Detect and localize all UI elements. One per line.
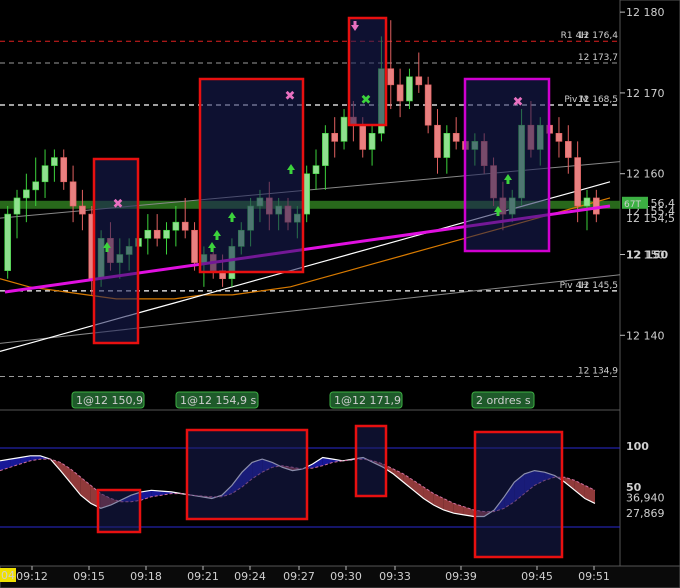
level-value-0: 12 176,4: [578, 31, 618, 41]
osc-value-badge-1: 27,869: [626, 507, 665, 520]
level-value-3: 12 145,5: [578, 281, 618, 291]
exit-marker-1: ✖: [285, 89, 296, 104]
time-tick-label-6: 09:27: [283, 570, 315, 583]
candle-body-3: [32, 181, 40, 191]
candle-body-17: [163, 229, 170, 239]
chart-svg: R1 4H12 176,412 173,7Piv M12 168,5Piv 4H…: [0, 0, 680, 588]
candle-body-20: [191, 229, 198, 263]
candle-body-45: [424, 84, 432, 126]
time-tick-label-1: 09:12: [16, 570, 48, 583]
candle-body-7: [69, 181, 77, 207]
level-value-2: 12 168,5: [578, 95, 618, 105]
candle-body-60: [564, 141, 572, 158]
candle-body-34: [322, 133, 329, 166]
price-highlight-box-3: [463, 77, 551, 253]
osc-tick-label-0: 100: [626, 440, 649, 453]
time-tick-label-11: 09:51: [578, 570, 610, 583]
exit-marker-3: ✖: [361, 93, 372, 108]
candle-body-16: [153, 229, 161, 239]
trade-label-0: 1@12 150,9: [76, 394, 143, 407]
price-tick-label-0: 12 180: [626, 6, 665, 19]
trade-label-3: 2 ordres s: [476, 394, 531, 407]
level-value-4: 12 134,9: [578, 366, 618, 376]
candle-body-44: [415, 76, 423, 86]
trade-label-1: 1@12 154,9 s: [180, 394, 256, 407]
osc-highlight-box-1: [185, 428, 309, 521]
level-value-1: 12 173,7: [578, 53, 618, 63]
candle-body-61: [574, 157, 581, 207]
time-tick-label-2: 09:15: [73, 570, 105, 583]
exit-marker-2: ✖: [513, 95, 524, 110]
candle-body-8: [79, 205, 86, 215]
candle-body-5: [51, 157, 58, 166]
candle-body-59: [555, 133, 563, 142]
candle-body-48: [452, 133, 460, 142]
price-highlight-box-0: [92, 157, 140, 345]
time-tick-label-9: 09:39: [445, 570, 477, 583]
exit-marker-0: ✖: [113, 197, 124, 212]
time-tick-label-0: 04: [1, 569, 15, 582]
time-tick-label-4: 09:21: [187, 570, 219, 583]
candle-body-18: [172, 221, 180, 231]
price-tick-label-4: 12 140: [626, 329, 665, 342]
price-badge-2: 12 154,5: [626, 212, 675, 225]
candle-body-47: [443, 133, 451, 158]
candle-body-38: [359, 124, 367, 150]
candle-body-43: [406, 76, 413, 102]
candle-body-46: [434, 124, 441, 158]
candle-body-33: [312, 165, 320, 175]
time-tick-label-10: 09:45: [521, 570, 553, 583]
osc-highlight-box-3: [473, 430, 564, 559]
time-tick-label-7: 09:30: [330, 570, 362, 583]
osc-value-badge-0: 36,940: [626, 492, 665, 505]
candle-body-63: [593, 197, 600, 215]
price-highlight-box-2: [347, 16, 388, 127]
osc-highlight-box-0: [96, 488, 142, 534]
price-tick-label-1: 12 170: [626, 87, 665, 100]
candle-body-15: [144, 229, 152, 239]
trading-chart-window: R1 4H 12 176,4 12 173,7 Piv M 12 168,5 Piv 4H…: [0, 0, 680, 588]
price-tick-label-2: 12 160: [626, 168, 665, 181]
candle-body-19: [181, 221, 189, 231]
time-tick-label-5: 09:24: [234, 570, 266, 583]
candle-body-42: [396, 84, 404, 102]
candle-body-6: [60, 157, 68, 183]
candle-body-4: [41, 165, 49, 183]
trade-label-2: 1@12 171,9: [334, 394, 401, 407]
candle-body-2: [23, 189, 30, 199]
candle-body-1: [13, 197, 21, 215]
candle-body-32: [303, 173, 310, 215]
time-tick-label-3: 09:18: [130, 570, 162, 583]
price-badge-3: 12 150: [626, 248, 668, 261]
time-tick-label-8: 09:33: [379, 570, 411, 583]
candle-body-36: [340, 116, 348, 142]
candle-body-35: [331, 133, 339, 142]
current-tag: 67T: [624, 200, 641, 210]
candle-body-39: [368, 133, 376, 150]
osc-highlight-box-2: [354, 424, 388, 498]
candle-body-62: [583, 197, 591, 207]
candle-body-41: [387, 68, 395, 86]
candle-body-0: [4, 213, 11, 271]
price-highlight-box-1: [198, 77, 305, 274]
